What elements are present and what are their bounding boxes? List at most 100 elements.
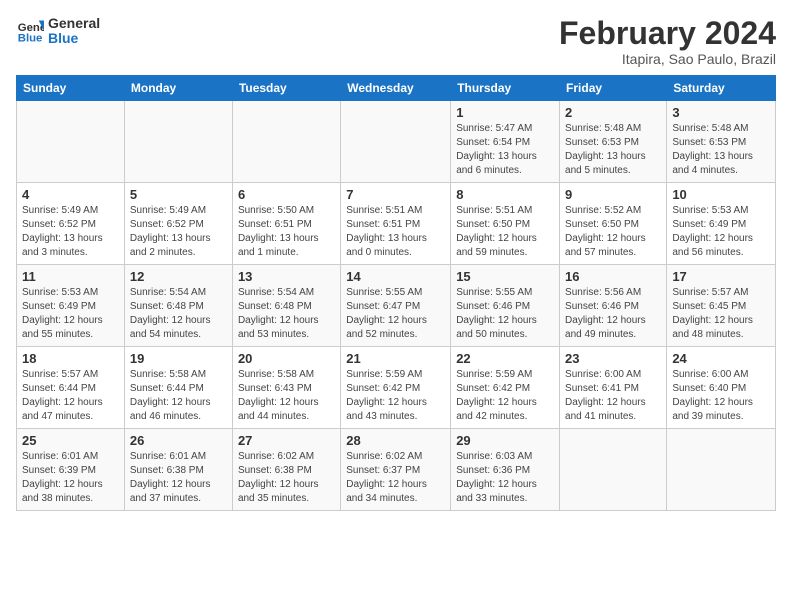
- day-cell: 11 Sunrise: 5:53 AM Sunset: 6:49 PM Dayli…: [17, 265, 125, 347]
- day-info: Sunrise: 6:02 AM Sunset: 6:37 PM Dayligh…: [346, 450, 445, 506]
- day-info: Sunrise: 5:50 AM Sunset: 6:51 PM Dayligh…: [238, 204, 335, 260]
- calendar-header: SundayMondayTuesdayWednesdayThursdayFrid…: [17, 76, 776, 101]
- day-number: 6: [238, 187, 335, 202]
- day-cell: [560, 429, 667, 511]
- day-info: Sunrise: 6:00 AM Sunset: 6:41 PM Dayligh…: [565, 368, 661, 424]
- header-day-tuesday: Tuesday: [232, 76, 340, 101]
- calendar-table: SundayMondayTuesdayWednesdayThursdayFrid…: [16, 75, 776, 511]
- day-number: 3: [672, 105, 770, 120]
- day-number: 2: [565, 105, 661, 120]
- logo-general: General: [48, 16, 100, 31]
- day-cell: 16 Sunrise: 5:56 AM Sunset: 6:46 PM Dayli…: [560, 265, 667, 347]
- day-number: 16: [565, 269, 661, 284]
- day-info: Sunrise: 5:58 AM Sunset: 6:43 PM Dayligh…: [238, 368, 335, 424]
- header-row: SundayMondayTuesdayWednesdayThursdayFrid…: [17, 76, 776, 101]
- day-info: Sunrise: 5:59 AM Sunset: 6:42 PM Dayligh…: [346, 368, 445, 424]
- day-info: Sunrise: 5:58 AM Sunset: 6:44 PM Dayligh…: [130, 368, 227, 424]
- header-day-friday: Friday: [560, 76, 667, 101]
- header-day-thursday: Thursday: [451, 76, 560, 101]
- day-number: 21: [346, 351, 445, 366]
- day-info: Sunrise: 6:00 AM Sunset: 6:40 PM Dayligh…: [672, 368, 770, 424]
- day-info: Sunrise: 5:57 AM Sunset: 6:44 PM Dayligh…: [22, 368, 119, 424]
- day-info: Sunrise: 5:47 AM Sunset: 6:54 PM Dayligh…: [456, 122, 554, 178]
- day-number: 26: [130, 433, 227, 448]
- day-cell: 15Sunrise: 5:55 AM Sunset: 6:46 PM Dayli…: [451, 265, 560, 347]
- day-info: Sunrise: 5:54 AM Sunset: 6:48 PM Dayligh…: [238, 286, 335, 342]
- week-row-3: 11 Sunrise: 5:53 AM Sunset: 6:49 PM Dayli…: [17, 265, 776, 347]
- header-day-sunday: Sunday: [17, 76, 125, 101]
- day-number: 27: [238, 433, 335, 448]
- day-info: Sunrise: 5:55 AM Sunset: 6:47 PM Dayligh…: [346, 286, 445, 342]
- day-cell: 13 Sunrise: 5:54 AM Sunset: 6:48 PM Dayli…: [232, 265, 340, 347]
- day-info: Sunrise: 6:01 AM Sunset: 6:39 PM Dayligh…: [22, 450, 119, 506]
- day-info: Sunrise: 6:01 AM Sunset: 6:38 PM Dayligh…: [130, 450, 227, 506]
- day-number: 17: [672, 269, 770, 284]
- day-number: 12: [130, 269, 227, 284]
- day-cell: 20 Sunrise: 5:58 AM Sunset: 6:43 PM Dayli…: [232, 347, 340, 429]
- calendar-subtitle: Itapira, Sao Paulo, Brazil: [559, 51, 776, 67]
- day-cell: 22 Sunrise: 5:59 AM Sunset: 6:42 PM Dayli…: [451, 347, 560, 429]
- day-info: Sunrise: 5:48 AM Sunset: 6:53 PM Dayligh…: [672, 122, 770, 178]
- day-cell: 21 Sunrise: 5:59 AM Sunset: 6:42 PM Dayli…: [341, 347, 451, 429]
- day-cell: 3 Sunrise: 5:48 AM Sunset: 6:53 PM Daylig…: [667, 101, 776, 183]
- calendar-body: 1 Sunrise: 5:47 AM Sunset: 6:54 PM Daylig…: [17, 101, 776, 511]
- day-info: Sunrise: 5:53 AM Sunset: 6:49 PM Dayligh…: [672, 204, 770, 260]
- day-cell: 7Sunrise: 5:51 AM Sunset: 6:51 PM Daylig…: [341, 183, 451, 265]
- day-info: Sunrise: 5:52 AM Sunset: 6:50 PM Dayligh…: [565, 204, 661, 260]
- day-cell: 17 Sunrise: 5:57 AM Sunset: 6:45 PM Dayli…: [667, 265, 776, 347]
- day-info: Sunrise: 5:53 AM Sunset: 6:49 PM Dayligh…: [22, 286, 119, 342]
- day-number: 14: [346, 269, 445, 284]
- day-number: 19: [130, 351, 227, 366]
- day-cell: 6 Sunrise: 5:50 AM Sunset: 6:51 PM Daylig…: [232, 183, 340, 265]
- day-number: 20: [238, 351, 335, 366]
- day-cell: 28 Sunrise: 6:02 AM Sunset: 6:37 PM Dayli…: [341, 429, 451, 511]
- day-cell: 24 Sunrise: 6:00 AM Sunset: 6:40 PM Dayli…: [667, 347, 776, 429]
- logo-icon: General Blue: [16, 17, 44, 45]
- day-number: 18: [22, 351, 119, 366]
- day-cell: 8 Sunrise: 5:51 AM Sunset: 6:50 PM Daylig…: [451, 183, 560, 265]
- day-info: Sunrise: 5:48 AM Sunset: 6:53 PM Dayligh…: [565, 122, 661, 178]
- day-info: Sunrise: 6:02 AM Sunset: 6:38 PM Dayligh…: [238, 450, 335, 506]
- day-number: 29: [456, 433, 554, 448]
- logo: General Blue General Blue: [16, 16, 100, 47]
- day-cell: 9Sunrise: 5:52 AM Sunset: 6:50 PM Daylig…: [560, 183, 667, 265]
- day-info: Sunrise: 5:54 AM Sunset: 6:48 PM Dayligh…: [130, 286, 227, 342]
- week-row-1: 1 Sunrise: 5:47 AM Sunset: 6:54 PM Daylig…: [17, 101, 776, 183]
- day-cell: [17, 101, 125, 183]
- day-cell: [341, 101, 451, 183]
- day-cell: [667, 429, 776, 511]
- week-row-5: 25 Sunrise: 6:01 AM Sunset: 6:39 PM Dayli…: [17, 429, 776, 511]
- day-number: 24: [672, 351, 770, 366]
- day-number: 11: [22, 269, 119, 284]
- day-cell: 23 Sunrise: 6:00 AM Sunset: 6:41 PM Dayli…: [560, 347, 667, 429]
- calendar-title: February 2024: [559, 16, 776, 51]
- day-number: 8: [456, 187, 554, 202]
- day-info: Sunrise: 5:57 AM Sunset: 6:45 PM Dayligh…: [672, 286, 770, 342]
- day-info: Sunrise: 5:59 AM Sunset: 6:42 PM Dayligh…: [456, 368, 554, 424]
- day-info: Sunrise: 5:51 AM Sunset: 6:50 PM Dayligh…: [456, 204, 554, 260]
- svg-text:Blue: Blue: [18, 33, 43, 45]
- day-cell: 27 Sunrise: 6:02 AM Sunset: 6:38 PM Dayli…: [232, 429, 340, 511]
- day-number: 25: [22, 433, 119, 448]
- day-cell: [124, 101, 232, 183]
- day-cell: 14 Sunrise: 5:55 AM Sunset: 6:47 PM Dayli…: [341, 265, 451, 347]
- day-number: 13: [238, 269, 335, 284]
- day-cell: 4Sunrise: 5:49 AM Sunset: 6:52 PM Daylig…: [17, 183, 125, 265]
- day-number: 28: [346, 433, 445, 448]
- day-number: 22: [456, 351, 554, 366]
- day-cell: 2 Sunrise: 5:48 AM Sunset: 6:53 PM Daylig…: [560, 101, 667, 183]
- day-info: Sunrise: 5:56 AM Sunset: 6:46 PM Dayligh…: [565, 286, 661, 342]
- day-number: 1: [456, 105, 554, 120]
- header-day-monday: Monday: [124, 76, 232, 101]
- day-cell: 26 Sunrise: 6:01 AM Sunset: 6:38 PM Dayli…: [124, 429, 232, 511]
- day-info: Sunrise: 6:03 AM Sunset: 6:36 PM Dayligh…: [456, 450, 554, 506]
- day-cell: 5Sunrise: 5:49 AM Sunset: 6:52 PM Daylig…: [124, 183, 232, 265]
- day-cell: [232, 101, 340, 183]
- day-number: 4: [22, 187, 119, 202]
- day-number: 10: [672, 187, 770, 202]
- day-cell: 10 Sunrise: 5:53 AM Sunset: 6:49 PM Dayli…: [667, 183, 776, 265]
- week-row-4: 18 Sunrise: 5:57 AM Sunset: 6:44 PM Dayli…: [17, 347, 776, 429]
- day-number: 15: [456, 269, 554, 284]
- day-number: 23: [565, 351, 661, 366]
- day-cell: 1 Sunrise: 5:47 AM Sunset: 6:54 PM Daylig…: [451, 101, 560, 183]
